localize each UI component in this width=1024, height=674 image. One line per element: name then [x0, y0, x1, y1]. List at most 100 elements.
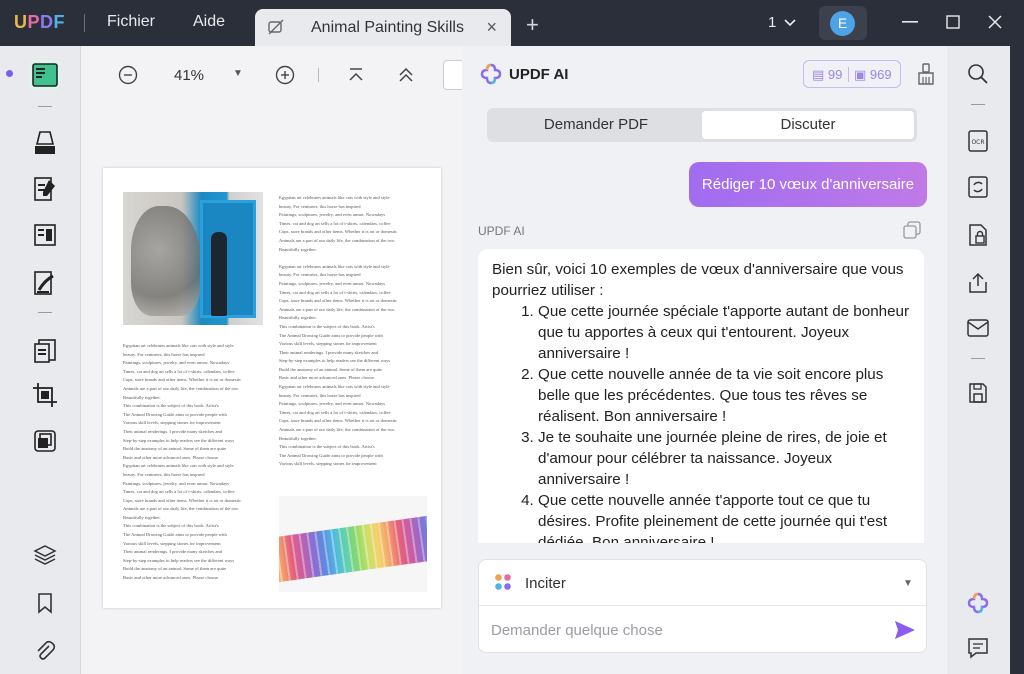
minimize-icon[interactable]	[902, 21, 918, 23]
zoom-in-button[interactable]	[274, 64, 296, 86]
list-item: Que cette journée spéciale t'apporte aut…	[538, 301, 910, 364]
comment-list-icon[interactable]	[965, 635, 991, 661]
edit-off-icon	[268, 19, 284, 35]
bot-intro: Bien sûr, voici 10 exemples de vœux d'an…	[492, 261, 904, 299]
pencil-band	[279, 514, 427, 583]
save-icon[interactable]	[965, 380, 991, 406]
edit-pdf-icon[interactable]	[30, 174, 60, 204]
menu-fichier[interactable]: Fichier	[107, 13, 155, 31]
menu-aide[interactable]: Aide	[193, 13, 225, 31]
zoom-in-icon	[275, 65, 295, 85]
colored-pencils-photo	[279, 496, 427, 592]
pdf-text-column-left: Egyptian art celebrates animals like cat…	[123, 343, 242, 581]
elephant-drawing	[131, 206, 201, 316]
indicator-dot	[6, 70, 13, 77]
prompt-label: Inciter	[525, 575, 566, 592]
convert-pdf-icon[interactable]	[965, 174, 991, 200]
zoom-level[interactable]: 41%	[174, 67, 204, 84]
document-tab[interactable]: Animal Painting Skills ×	[255, 9, 511, 46]
toolbar-separator	[38, 106, 52, 107]
right-toolbar: OCR	[947, 46, 1010, 674]
toolbar-separator	[318, 68, 319, 82]
updf-logo: UPDF	[14, 12, 66, 32]
copy-icon[interactable]	[903, 221, 921, 239]
form-icon[interactable]	[30, 220, 60, 250]
search-icon[interactable]	[965, 61, 991, 87]
avatar: E	[830, 11, 855, 36]
updf-ai-logo-icon	[480, 63, 502, 85]
bot-message: Bien sûr, voici 10 exemples de vœux d'an…	[478, 249, 924, 543]
send-icon[interactable]	[894, 620, 916, 640]
account-button[interactable]: E	[819, 6, 867, 40]
attachment-icon[interactable]	[30, 636, 60, 666]
ai-panel: UPDF AI ▤ 99 ▣ 969 Demander PDF Discuter…	[462, 46, 947, 674]
chat-credits-value: 969	[869, 67, 892, 82]
title-separator	[84, 14, 85, 32]
share-icon[interactable]	[965, 270, 991, 296]
toolbar-separator	[971, 358, 985, 359]
elephant-door-photo	[123, 192, 263, 325]
ai-panel-title: UPDF AI	[509, 66, 569, 83]
previous-page-button[interactable]	[395, 64, 417, 86]
pdf-text-column-right: Egyptian art celebrates animals like cat…	[279, 195, 398, 467]
tab-chat[interactable]: Discuter	[702, 111, 914, 139]
comment-icon[interactable]	[30, 128, 60, 158]
tab-ask-pdf[interactable]: Demander PDF	[490, 111, 702, 139]
list-item: Que cette nouvelle année de ta vie soit …	[538, 364, 910, 427]
organize-pages-icon[interactable]	[30, 336, 60, 366]
sign-icon[interactable]	[30, 268, 60, 298]
bookmark-icon[interactable]	[30, 588, 60, 618]
prompt-selector[interactable]: Inciter ▼	[479, 560, 926, 606]
zoom-out-button[interactable]	[117, 64, 139, 86]
reader-icon[interactable]	[30, 60, 60, 90]
tab-title: Animal Painting Skills	[311, 19, 464, 36]
bot-list: Que cette journée spéciale t'apporte aut…	[538, 301, 910, 543]
layers-icon[interactable]	[30, 540, 60, 570]
blue-door	[200, 200, 256, 318]
credits-separator	[848, 67, 849, 82]
svg-text:OCR: OCR	[971, 139, 984, 146]
pdf-credits: ▤ 99	[812, 67, 843, 82]
first-page-icon	[349, 68, 363, 81]
chat-credits: ▣ 969	[854, 67, 892, 82]
document-viewer: 41% ▼ Egyptian art celebrates animals li…	[80, 46, 467, 674]
person-figure	[211, 232, 227, 316]
list-item: Que cette nouvelle année t'apporte tout …	[538, 490, 910, 543]
credits-badge[interactable]: ▤ 99 ▣ 969	[803, 60, 901, 88]
close-window-icon[interactable]	[988, 15, 1002, 29]
zoom-dropdown-icon[interactable]: ▼	[233, 68, 243, 79]
toolbar-separator	[38, 312, 52, 313]
window-edge	[1010, 46, 1024, 674]
email-icon[interactable]	[965, 315, 991, 341]
crop-icon[interactable]	[30, 380, 60, 410]
mode-switch: Demander PDF Discuter	[487, 108, 917, 142]
toolbar-separator	[971, 104, 985, 105]
clear-chat-icon[interactable]	[917, 63, 935, 85]
left-toolbar	[0, 46, 80, 674]
title-bar: UPDF Fichier Aide Animal Painting Skills…	[0, 0, 1024, 46]
user-message: Rédiger 10 vœux d'anniversaire	[689, 162, 927, 207]
new-tab-button[interactable]: +	[526, 12, 539, 38]
ai-panel-header: UPDF AI ▤ 99 ▣ 969	[462, 46, 947, 104]
tab-close-button[interactable]: ×	[486, 17, 497, 38]
pdf-page: Egyptian art celebrates animals like cat…	[103, 168, 441, 608]
chevron-down-icon: ▼	[903, 578, 913, 589]
ocr-icon[interactable]: OCR	[965, 128, 991, 154]
convert-icon[interactable]	[30, 426, 60, 456]
maximize-icon[interactable]	[946, 15, 960, 29]
viewer-toolbar: 41% ▼	[81, 46, 467, 104]
chat-input[interactable]	[491, 618, 871, 642]
pdf-credits-value: 99	[827, 67, 843, 82]
prompt-box: Inciter ▼	[478, 559, 927, 653]
page-selector[interactable]: 1	[768, 14, 796, 31]
prompt-icon	[495, 574, 511, 590]
list-item: Je te souhaite une journée pleine de rir…	[538, 427, 910, 490]
updf-ai-icon[interactable]	[965, 590, 991, 616]
chevron-down-icon	[784, 19, 796, 27]
double-chevron-up-icon	[399, 68, 413, 82]
bot-label: UPDF AI	[478, 224, 525, 238]
protect-icon[interactable]	[965, 222, 991, 248]
page-selector-value: 1	[768, 14, 777, 31]
first-page-button[interactable]	[345, 64, 367, 86]
zoom-out-icon	[118, 65, 138, 85]
